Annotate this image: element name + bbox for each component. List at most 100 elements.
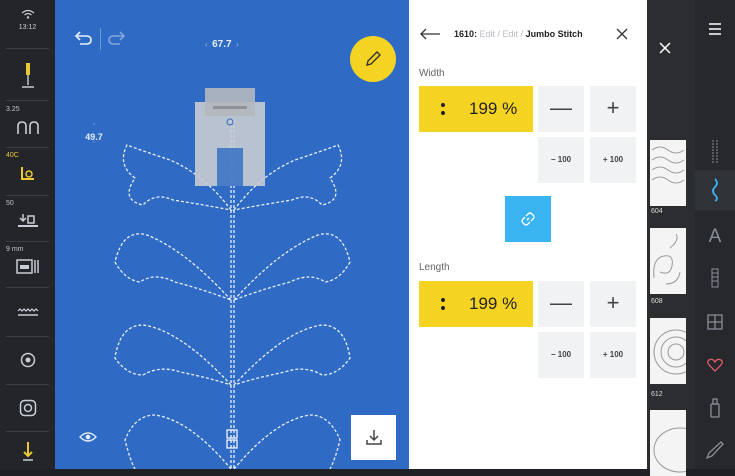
stitch-preview-icon: [653, 329, 686, 375]
width-label: Width: [419, 68, 445, 79]
drag-handle-icon: [441, 103, 445, 115]
straight-stitch-icon: [712, 140, 718, 164]
top-value: 67.7: [212, 39, 232, 50]
left-position-readout: ˆ 49.7 ˇ: [82, 124, 106, 150]
needle-icon: [22, 63, 34, 88]
drag-handle-icon: [441, 298, 445, 310]
breadcrumb-path: Edit / Edit /: [477, 29, 526, 39]
needle-stop-button[interactable]: [0, 340, 55, 380]
edit-button[interactable]: [350, 36, 396, 82]
feed-dog-button[interactable]: [0, 292, 55, 332]
arrow-left-icon: [420, 28, 440, 40]
chevron-down-icon: ˇ: [92, 142, 96, 149]
target-icon: [20, 352, 36, 368]
length-decrease-button[interactable]: —: [538, 281, 584, 327]
eye-icon: [79, 432, 97, 442]
quilt-icon: [707, 314, 723, 330]
stitch-canvas[interactable]: ‹ 67.7 › ˆ 49.7 ˇ: [55, 0, 409, 469]
stitch-length-value: 3.25: [6, 106, 20, 113]
download-icon: [366, 430, 382, 445]
close-panel-button[interactable]: [614, 26, 630, 42]
nav-alphabets[interactable]: A: [695, 226, 735, 248]
back-button[interactable]: [419, 24, 443, 44]
time-label: 13:12: [18, 24, 37, 31]
length-value: 199 %: [469, 294, 518, 313]
tension-value: 40C: [6, 152, 19, 159]
length-value-field[interactable]: 199 %: [419, 281, 533, 327]
stitch-length-icon: [17, 121, 39, 134]
stitch-number: 608: [651, 298, 663, 305]
stitch-width-value: 9 mm: [6, 246, 24, 253]
length-label: Length: [419, 262, 450, 273]
left-toolbar: 13:12 3.25 40C 50 9 mm: [0, 0, 55, 469]
stitch-thumbnail[interactable]: [650, 318, 686, 384]
menu-icon: [709, 23, 721, 35]
stitch-number: 612: [651, 391, 663, 398]
stitch-thumbnail[interactable]: [650, 410, 686, 476]
undo-button[interactable]: [73, 30, 93, 50]
width-plus-100-button[interactable]: + 100: [590, 137, 636, 183]
stitch-preview-icon: [651, 146, 685, 184]
thread-tension-icon: [21, 167, 34, 180]
stitch-number: 604: [651, 208, 663, 215]
stitch-thumbnail[interactable]: [650, 228, 686, 294]
presser-foot-overlay: [195, 88, 265, 186]
nav-practical-stitches[interactable]: [695, 140, 735, 169]
width-decrease-button[interactable]: —: [538, 86, 584, 132]
stitch-thumbnail[interactable]: [650, 140, 686, 206]
close-icon: [616, 28, 628, 40]
link-icon: [521, 212, 535, 226]
buttonhole-icon: [711, 268, 719, 288]
tension-button[interactable]: 40C: [0, 150, 55, 192]
pencil-icon: [366, 51, 381, 66]
nav-buttonholes[interactable]: [695, 268, 735, 293]
breadcrumb-number: 1610:: [454, 29, 478, 39]
stitch-preview-icon: [653, 427, 686, 473]
bobbin-button[interactable]: [0, 388, 55, 428]
toolbar-divider: [100, 28, 101, 50]
close-list-button[interactable]: [657, 40, 673, 56]
edit-panel: 1610: Edit / Edit / Jumbo Stitch Width 1…: [409, 0, 647, 469]
length-increase-button[interactable]: +: [590, 281, 636, 327]
presser-foot-pressure-button[interactable]: 50: [0, 198, 55, 238]
presser-foot-pressure-icon: [18, 214, 38, 227]
pen-icon: [705, 441, 724, 460]
needle-down-icon: [23, 442, 33, 461]
width-value-field[interactable]: 199 %: [419, 86, 533, 132]
visibility-button[interactable]: [79, 430, 99, 446]
width-increase-button[interactable]: +: [590, 86, 636, 132]
wifi-status: 13:12: [0, 0, 55, 42]
page-title: Jumbo Stitch: [525, 29, 583, 39]
redo-button[interactable]: [107, 30, 127, 50]
length-plus-100-button[interactable]: + 100: [590, 332, 636, 378]
stitch-preview-icon: [653, 233, 681, 285]
needle-down-button[interactable]: [0, 434, 55, 469]
presser-foot-pressure-value: 50: [6, 200, 14, 207]
stitch-width-button[interactable]: 9 mm: [0, 244, 55, 284]
menu-button[interactable]: [695, 22, 735, 40]
alphabet-icon: A: [708, 226, 722, 247]
left-value: 49.7: [85, 132, 103, 142]
width-value: 199 %: [469, 99, 518, 118]
wifi-icon: [21, 9, 35, 19]
nav-decorative-stitches[interactable]: [695, 170, 735, 210]
export-button[interactable]: [351, 415, 396, 460]
link-proportions-button[interactable]: [505, 196, 551, 242]
undo-icon: [74, 31, 92, 45]
close-icon: [659, 42, 671, 54]
nav-quilt-stitches[interactable]: [695, 314, 735, 335]
bobbin-icon: [19, 399, 37, 417]
chevron-up-icon: ˆ: [92, 124, 96, 131]
stitch-length-button[interactable]: 3.25: [0, 104, 55, 144]
needle-position-button[interactable]: [0, 55, 55, 95]
feed-dog-icon: [17, 308, 39, 316]
nav-personal-memory[interactable]: [695, 398, 735, 423]
nav-favorites[interactable]: [695, 358, 735, 377]
nav-tools[interactable]: [695, 440, 735, 465]
heart-icon: [707, 358, 723, 372]
breadcrumb: 1610: Edit / Edit / Jumbo Stitch: [454, 29, 583, 39]
length-minus-100-button[interactable]: − 100: [538, 332, 584, 378]
top-position-readout: ‹ 67.7 ›: [205, 34, 239, 52]
width-minus-100-button[interactable]: − 100: [538, 137, 584, 183]
usb-stick-icon: [710, 398, 720, 418]
